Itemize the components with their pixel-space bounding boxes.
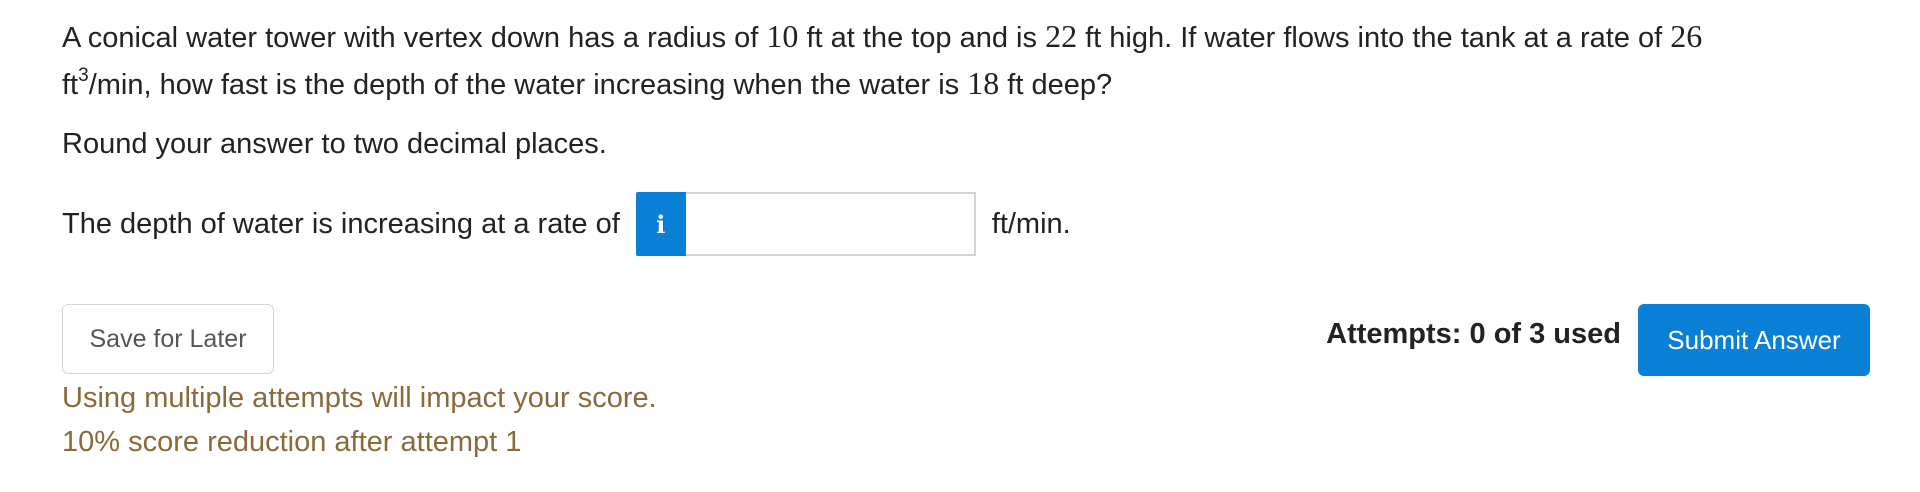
warning-line-1: Using multiple attempts will impact your… [62, 382, 657, 414]
attempts-counter: Attempts: 0 of 3 used [1326, 318, 1621, 350]
rate-value: 26 [1670, 18, 1703, 54]
question-part: ft [62, 69, 79, 101]
answer-label: The depth of water is increasing at a ra… [62, 207, 620, 240]
question-part: A conical water tower with vertex down h… [62, 22, 767, 54]
question-part: ft deep? [999, 69, 1113, 101]
save-for-later-button[interactable]: Save for Later [62, 304, 274, 374]
question-text: A conical water tower with vertex down h… [62, 14, 1822, 108]
answer-row: The depth of water is increasing at a ra… [62, 192, 1071, 256]
question-part: ft at the top and is [798, 22, 1046, 54]
info-icon[interactable]: i [635, 192, 686, 256]
submit-answer-button[interactable]: Submit Answer [1638, 304, 1870, 376]
warning-line-2: 10% score reduction after attempt 1 [62, 426, 522, 458]
question-part: ft high. If water flows into the tank at… [1077, 22, 1671, 54]
height-value: 22 [1045, 18, 1078, 54]
radius-value: 10 [766, 18, 799, 54]
answer-input[interactable] [685, 192, 976, 256]
question-part: /min, how fast is the depth of the water… [88, 69, 968, 101]
unit-label: ft/min. [991, 207, 1071, 240]
rounding-instruction: Round your answer to two decimal places. [62, 128, 607, 160]
cubic-exponent: 3 [78, 65, 89, 87]
attempts-warning: Using multiple attempts will impact your… [62, 376, 657, 464]
depth-value: 18 [967, 65, 1000, 101]
